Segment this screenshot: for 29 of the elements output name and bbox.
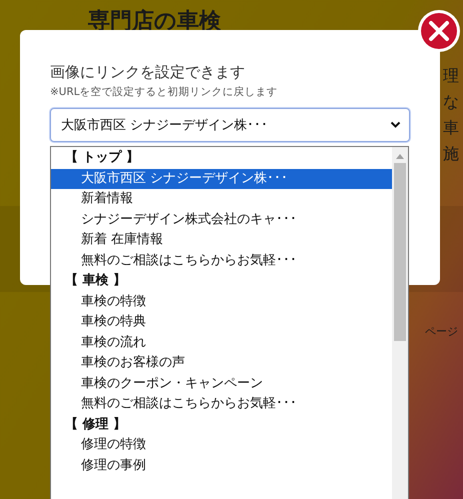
page-text: 施 bbox=[443, 146, 460, 162]
dropdown-option[interactable]: シナジーデザイン株式会社のキャ･･･ bbox=[51, 210, 392, 230]
page-text: 理 bbox=[443, 68, 460, 84]
dropdown-option[interactable]: 車検のお客様の声 bbox=[51, 353, 392, 374]
dropdown-option[interactable]: 車検の特典 bbox=[51, 312, 392, 332]
option-group-label: 【 修理 】 bbox=[64, 416, 128, 434]
page-text: な bbox=[443, 94, 460, 110]
scrollbar-thumb[interactable] bbox=[394, 163, 406, 341]
dropdown-option[interactable]: 修理の特徴 bbox=[51, 435, 392, 456]
dropdown-option[interactable]: 修理の事例 bbox=[51, 456, 392, 476]
option-group-label: 【 車検 】 bbox=[64, 272, 128, 290]
dialog-note: ※URLを空で設定すると初期リンクに戻します bbox=[50, 85, 279, 99]
dialog-title: 画像にリンクを設定できます bbox=[50, 62, 246, 82]
dropdown-option[interactable]: 無料のご相談はこちらからお気軽･･･ bbox=[51, 394, 392, 414]
dropdown-option[interactable]: 車検のクーポン・キャンペーン bbox=[51, 374, 392, 394]
page-heading: 専門店の車検 bbox=[88, 7, 221, 36]
dropdown-option[interactable]: 新着情報 bbox=[51, 189, 392, 210]
close-icon[interactable] bbox=[417, 9, 461, 53]
dropdown-option[interactable]: 大阪市西区 シナジーデザイン株･･･ bbox=[51, 168, 392, 189]
dropdown-option[interactable]: 車検の特徴 bbox=[51, 292, 392, 312]
link-select[interactable]: 大阪市西区 シナジーデザイン株･･･ bbox=[50, 108, 410, 142]
dropdown-option[interactable]: 新着 在庫情報 bbox=[51, 230, 392, 250]
chevron-down-icon bbox=[390, 121, 401, 129]
option-group-label: 【 トップ 】 bbox=[64, 148, 140, 167]
scrollbar[interactable] bbox=[392, 147, 408, 499]
page-text: 車 bbox=[443, 120, 460, 136]
dropdown-option[interactable]: 無料のご相談はこちらからお気軽･･･ bbox=[51, 250, 392, 271]
scroll-up-icon[interactable] bbox=[396, 154, 404, 159]
dropdown-option[interactable]: 車検の流れ bbox=[51, 332, 392, 353]
